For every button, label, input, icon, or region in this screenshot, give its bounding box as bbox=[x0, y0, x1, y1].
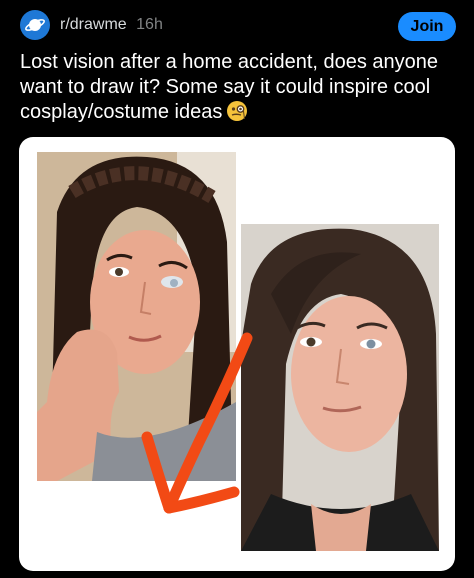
post-header: r/drawme 16h Join bbox=[0, 0, 474, 52]
monocle-face-emoji-icon bbox=[226, 100, 248, 122]
join-button[interactable]: Join bbox=[398, 12, 456, 41]
red-arrow-annotation bbox=[129, 332, 259, 517]
subreddit-name[interactable]: r/drawme bbox=[60, 16, 127, 33]
subreddit-avatar[interactable] bbox=[20, 10, 50, 40]
post-age: 16h bbox=[136, 16, 163, 33]
planet-icon bbox=[25, 19, 45, 31]
subreddit-meta: r/drawme 16h bbox=[60, 16, 163, 34]
right-photo bbox=[241, 224, 439, 551]
post-title[interactable]: Lost vision after a home accident, does … bbox=[20, 50, 460, 125]
post-image[interactable] bbox=[19, 137, 455, 571]
